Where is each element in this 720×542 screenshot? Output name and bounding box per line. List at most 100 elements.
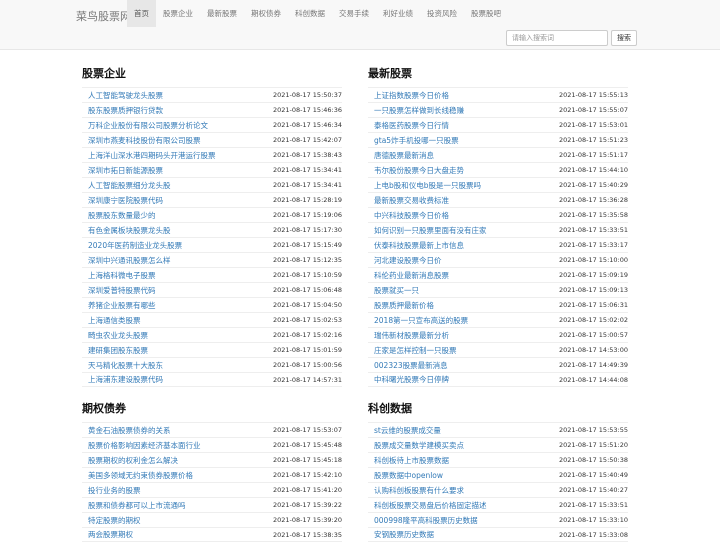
article-link[interactable]: 投行业务的股票 (88, 485, 141, 496)
article-list: 黄金石油股票债券的关系 2021-08-17 15:53:07 股票价格影响因素经济… (82, 422, 342, 542)
article-link[interactable]: 股票期权的权利金怎么解决 (88, 455, 178, 466)
article-link[interactable]: 瑞伟新材股票最新分析 (374, 330, 449, 341)
article-timestamp: 2021-08-17 15:33:51 (558, 226, 628, 234)
nav-latest-stocks[interactable]: 最新股票 (200, 0, 244, 27)
article-link[interactable]: 有色金属板块股票龙头股 (88, 225, 171, 236)
article-link[interactable]: 畸虫农业龙头股票 (88, 330, 148, 341)
list-item: 002323股票最新消息 2021-08-17 14:49:39 (368, 357, 628, 372)
list-item: 庄家是怎样控制一只股票 2021-08-17 14:53:00 (368, 342, 628, 357)
list-item: 股票数据中openlow 2021-08-17 15:40:49 (368, 467, 628, 482)
site-brand[interactable]: 菜鸟股票网 (76, 8, 131, 24)
article-link[interactable]: 002323股票最新消息 (374, 360, 448, 371)
article-link[interactable]: st云维的股票成交量 (374, 425, 441, 436)
article-link[interactable]: 股票价格影响因素经济基本面行业 (88, 440, 201, 451)
article-link[interactable]: 认购科创板股票有什么要求 (374, 485, 464, 496)
article-timestamp: 2021-08-17 15:55:13 (558, 91, 628, 99)
list-item: 养猪企业股票有哪些 2021-08-17 15:04:50 (82, 297, 342, 312)
list-item: 科创板待上市股票数据 2021-08-17 15:50:38 (368, 452, 628, 467)
nav-home[interactable]: 首页 (127, 0, 156, 27)
nav-investment-risk[interactable]: 投资风险 (420, 0, 464, 27)
article-list: 人工智能驾驶龙头股票 2021-08-17 15:50:37 股东股票质押银行贷款 2… (82, 87, 342, 387)
article-link[interactable]: 股票股东数量最少的 (88, 210, 156, 221)
article-link[interactable]: 上证指数股票今日价格 (374, 90, 449, 101)
article-link[interactable]: 股票和债券都可以上市流通吗 (88, 500, 186, 511)
article-link[interactable]: 万科企业股份有限公司股票分析论文 (88, 120, 208, 131)
article-link[interactable]: 泰格医药股票今日行情 (374, 120, 449, 131)
article-link[interactable]: 一只股票怎样做到长线稳赚 (374, 105, 464, 116)
article-link[interactable]: 股东股票质押银行贷款 (88, 105, 163, 116)
article-timestamp: 2021-08-17 15:35:58 (558, 211, 628, 219)
article-link[interactable]: 韦尔股份股票今日大盘走势 (374, 165, 464, 176)
article-link[interactable]: 庄家是怎样控制一只股票 (374, 345, 457, 356)
nav-stock-companies[interactable]: 股票企业 (156, 0, 200, 27)
main-nav: 首页 股票企业 最新股票 期权债券 科创数据 交易手续 利好业绩 投资风险 股票… (127, 0, 508, 27)
article-link[interactable]: 000998隆平高科股票历史数据 (374, 515, 478, 526)
article-link[interactable]: 深圳中兴通讯股票怎么样 (88, 255, 171, 266)
article-link[interactable]: 上电b股和仪电b股是一只股票吗 (374, 180, 481, 191)
article-link[interactable]: 两会股票期权 (88, 529, 133, 540)
article-link[interactable]: 黄金石油股票债券的关系 (88, 425, 171, 436)
article-link[interactable]: 上海通信类股票 (88, 315, 141, 326)
article-link[interactable]: 人工智能驾驶龙头股票 (88, 90, 163, 101)
list-item: 股东股票质押银行贷款 2021-08-17 15:46:36 (82, 102, 342, 117)
article-link[interactable]: 上海格科微电子股票 (88, 270, 156, 281)
article-link[interactable]: 安钢股票历史数据 (374, 529, 434, 540)
section-title: 最新股票 (368, 67, 412, 80)
list-item: gta5炸手机投哪一只股票 2021-08-17 15:51:23 (368, 132, 628, 147)
article-link[interactable]: 如何识别一只股票里面有没有庄家 (374, 225, 487, 236)
article-link[interactable]: 深圳康宁医院股票代码 (88, 195, 163, 206)
article-link[interactable]: 股票成交量数学建模买卖点 (374, 440, 464, 451)
list-item: 上海浦东建设股票代码 2021-08-17 14:57:31 (82, 372, 342, 387)
nav-stock-forum[interactable]: 股票股吧 (464, 0, 508, 27)
article-link[interactable]: 深圳爱普特股票代码 (88, 285, 156, 296)
article-link[interactable]: 最新股票交易收费标准 (374, 195, 449, 206)
article-timestamp: 2021-08-17 14:53:00 (558, 346, 628, 354)
article-link[interactable]: 养猪企业股票有哪些 (88, 300, 156, 311)
list-item: 建研集团股东股票 2021-08-17 15:01:59 (82, 342, 342, 357)
search-button[interactable]: 搜索 (611, 30, 637, 46)
article-link[interactable]: 美国多领域无约束债券股票价格 (88, 470, 193, 481)
article-link[interactable]: 上海浦东建设股票代码 (88, 374, 163, 385)
article-timestamp: 2021-08-17 15:06:31 (558, 301, 628, 309)
article-link[interactable]: 股票数据中openlow (374, 470, 443, 481)
article-link[interactable]: 中兴科技股票今日价格 (374, 210, 449, 221)
nav-earnings[interactable]: 利好业绩 (376, 0, 420, 27)
article-timestamp: 2021-08-17 15:51:23 (558, 136, 628, 144)
article-timestamp: 2021-08-17 15:42:10 (272, 471, 342, 479)
article-link[interactable]: 深圳市燕麦科技股份有限公司股票 (88, 135, 201, 146)
article-link[interactable]: 深圳市拓日新能源股票 (88, 165, 163, 176)
article-timestamp: 2021-08-17 15:50:38 (558, 456, 628, 464)
article-link[interactable]: 科创板股票交易盘后价格固定描述 (374, 500, 487, 511)
list-item: 2020年医药制造业龙头股票 2021-08-17 15:15:49 (82, 237, 342, 252)
article-link[interactable]: 2020年医药制造业龙头股票 (88, 240, 182, 251)
list-item: 如何识别一只股票里面有没有庄家 2021-08-17 15:33:51 (368, 222, 628, 237)
article-link[interactable]: 河北建设股票今日价 (374, 255, 442, 266)
article-link[interactable]: gta5炸手机投哪一只股票 (374, 135, 459, 146)
article-link[interactable]: 上海洋山深水港四期码头开港运行股票 (88, 150, 216, 161)
article-link[interactable]: 伏泰科技股票最新上市信息 (374, 240, 464, 251)
article-link[interactable]: 建研集团股东股票 (88, 345, 148, 356)
article-link[interactable]: 科创板待上市股票数据 (374, 455, 449, 466)
list-item: 深圳康宁医院股票代码 2021-08-17 15:28:19 (82, 192, 342, 207)
list-item: 科创板股票交易盘后价格固定描述 2021-08-17 15:33:51 (368, 497, 628, 512)
article-link[interactable]: 唐德股票最新消息 (374, 150, 434, 161)
list-item: 上证指数股票今日价格 2021-08-17 15:55:13 (368, 87, 628, 102)
list-item: 有色金属板块股票龙头股 2021-08-17 15:17:30 (82, 222, 342, 237)
list-item: 畸虫农业龙头股票 2021-08-17 15:02:16 (82, 327, 342, 342)
article-timestamp: 2021-08-17 15:38:35 (272, 530, 342, 539)
nav-science-data[interactable]: 科创数据 (288, 0, 332, 27)
article-link[interactable]: 科伦药业最新消息股票 (374, 270, 449, 281)
article-link[interactable]: 人工智能股票细分龙头股 (88, 180, 171, 191)
nav-trading-fees[interactable]: 交易手续 (332, 0, 376, 27)
article-timestamp: 2021-08-17 15:19:06 (272, 211, 342, 219)
article-link[interactable]: 中科曙光股票今日停牌 (374, 374, 449, 385)
nav-options-bonds[interactable]: 期权债券 (244, 0, 288, 27)
article-link[interactable]: 2018第一只宣布高送的股票 (374, 315, 468, 326)
article-link[interactable]: 天马精化股票十大股东 (88, 360, 163, 371)
article-link[interactable]: 股票就买一只 (374, 285, 419, 296)
search-input[interactable] (506, 30, 608, 46)
section-science-data: 科创数据 st云维的股票成交量 2021-08-17 15:53:55 股票成交量数… (368, 401, 628, 542)
list-item: 人工智能股票细分龙头股 2021-08-17 15:34:41 (82, 177, 342, 192)
article-link[interactable]: 股票质押最新价格 (374, 300, 434, 311)
article-link[interactable]: 特定股票的期权 (88, 515, 141, 526)
